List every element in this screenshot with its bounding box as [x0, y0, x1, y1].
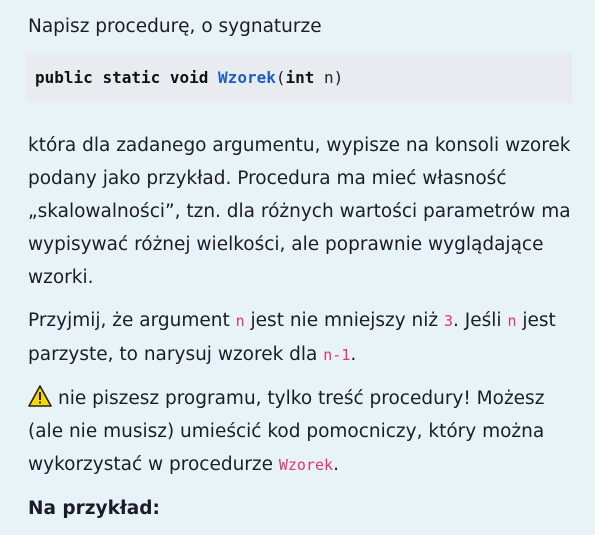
task-content: Napisz procedurę, o sygnaturze public st… [0, 0, 573, 525]
code-type: int [285, 68, 315, 87]
code-function-name: Wzorek [218, 68, 276, 87]
warning-paragraph: nie piszesz programu, tylko treść proced… [28, 382, 573, 482]
warning-icon [28, 385, 52, 407]
text: . Jeśli [453, 310, 508, 331]
code-keyword: void [169, 68, 209, 87]
inline-code: n [235, 312, 245, 330]
signature-code-block: public static void Wzorek(int n) [25, 53, 572, 103]
inline-code: Wzorek [278, 456, 334, 474]
inline-code: n-1 [323, 346, 351, 364]
text: Przyjmij, że argument [28, 310, 236, 331]
code-keyword: public [35, 68, 93, 87]
text: . [333, 454, 339, 475]
inline-code: 3 [444, 312, 454, 330]
intro-text: Napisz procedurę, o sygnaturze [28, 16, 322, 37]
code-param: n [324, 68, 334, 87]
text: jest nie mniejszy niż [244, 310, 445, 331]
code-keyword: static [102, 68, 161, 87]
example-heading-text: Na przykład: [28, 498, 160, 519]
code-paren: ) [333, 68, 344, 87]
assumption-paragraph: Przyjmij, że argument n jest nie mniejsz… [28, 304, 573, 372]
text: . [350, 344, 357, 365]
example-heading: Na przykład: [28, 492, 573, 525]
description-paragraph: która dla zadanego argumentu, wypisze na… [28, 135, 571, 288]
